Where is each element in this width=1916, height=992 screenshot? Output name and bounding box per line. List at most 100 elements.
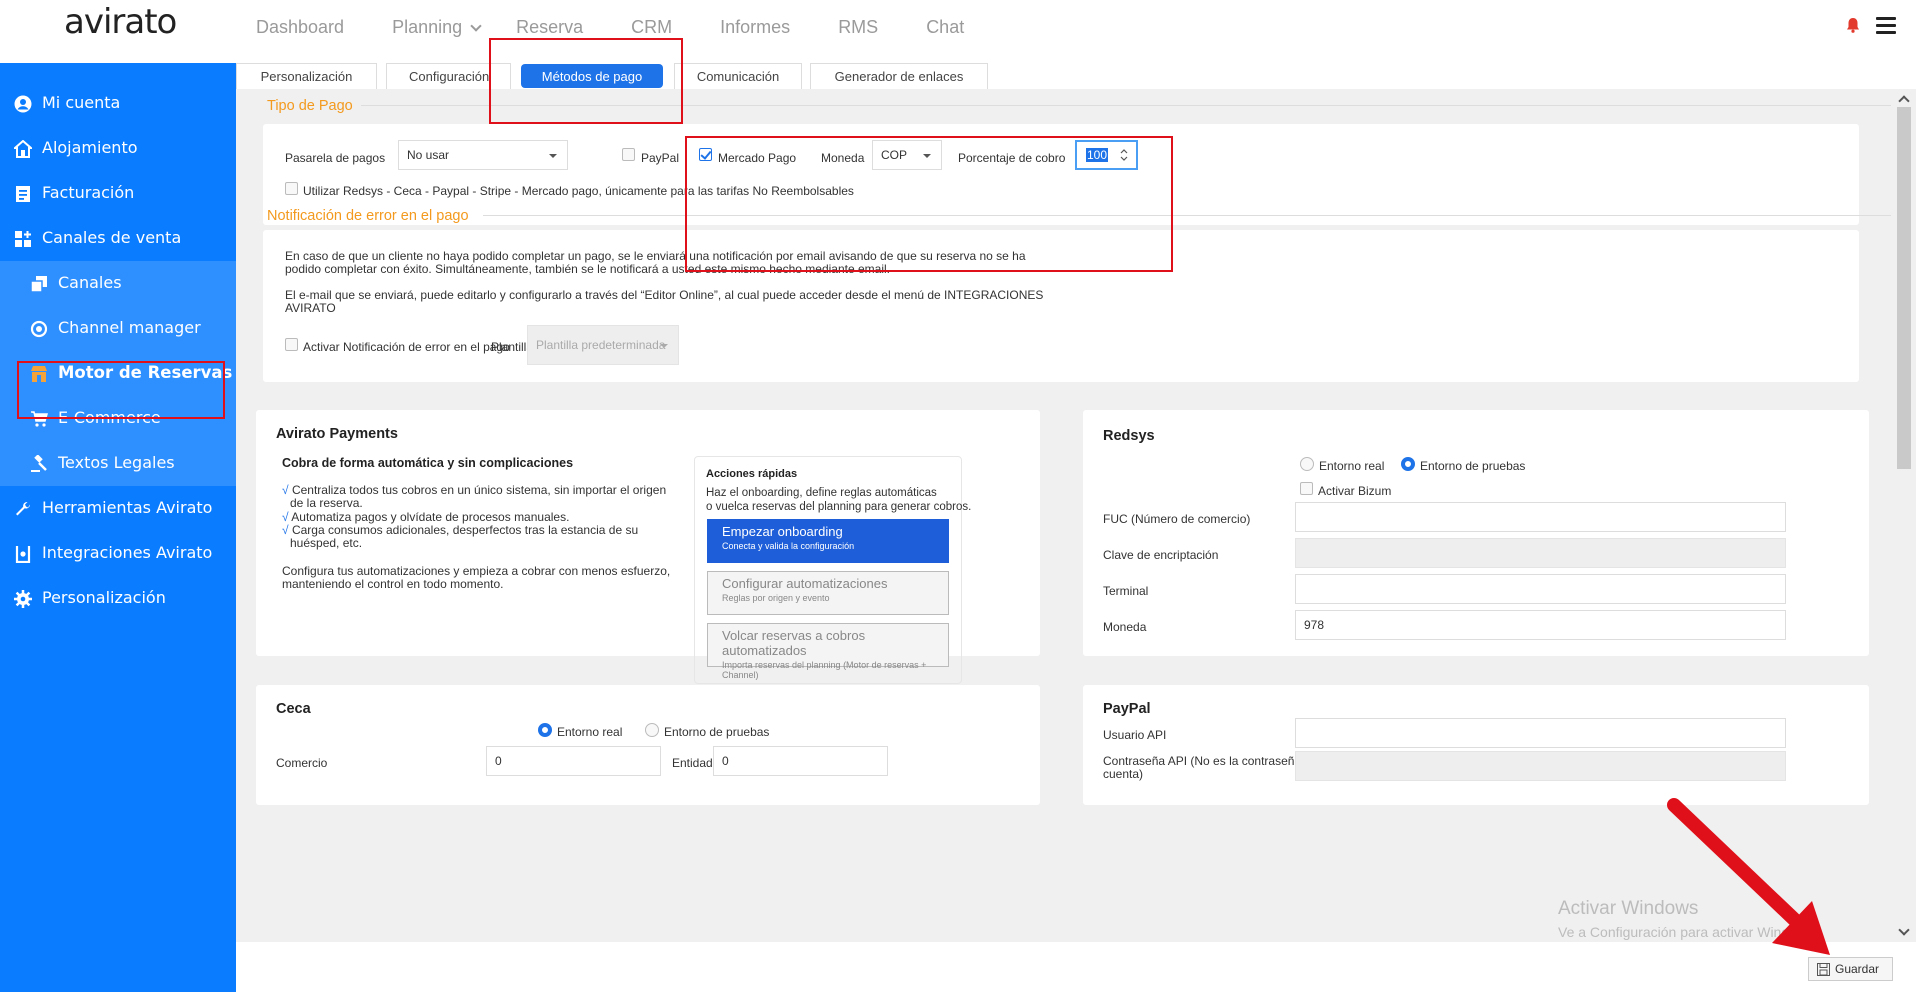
pasarela-select[interactable]: No usar	[398, 140, 568, 170]
nav-crm[interactable]: CRM	[631, 17, 672, 38]
password-api-input[interactable]	[1295, 751, 1786, 781]
section-title-notificacion: Notificación de error en el pago	[267, 208, 469, 224]
sidebar: Mi cuenta Alojamiento Facturación Canale…	[0, 63, 236, 992]
annotation-box	[17, 361, 225, 419]
ceca-card: Ceca Entorno real Entorno de pruebas Com…	[256, 685, 1040, 805]
button-title: Volcar reservas a cobros automatizados	[722, 628, 866, 658]
sidebar-item-textos-legales[interactable]: Textos Legales	[0, 441, 236, 486]
nav-reserva[interactable]: Reserva	[516, 17, 583, 38]
sidebar-item-integraciones-avirato[interactable]: Integraciones Avirato	[0, 531, 236, 576]
terminal-label: Terminal	[1103, 584, 1149, 598]
hamburger-menu-icon[interactable]	[1876, 17, 1896, 34]
scroll-up-icon[interactable]	[1898, 95, 1910, 107]
scrollbar[interactable]	[1892, 89, 1916, 942]
comercio-input[interactable]: 0	[486, 746, 661, 776]
paypal-card: PayPal Usuario API Contraseña API (No es…	[1083, 685, 1869, 805]
button-subtitle: Conecta y valida la configuración	[722, 541, 855, 551]
top-nav: Dashboard Planning Reserva CRM Informes …	[256, 17, 1012, 38]
tab-generador-de-enlaces[interactable]: Generador de enlaces	[810, 63, 988, 89]
configure-automations-button[interactable]: Configurar automatizaciones Reglas por o…	[707, 571, 949, 615]
top-bar: avirato Dashboard Planning Reserva CRM I…	[0, 0, 1916, 63]
nav-chat[interactable]: Chat	[926, 17, 964, 38]
entidad-value: 0	[722, 754, 729, 768]
quick-actions-desc: Haz el onboarding, define reglas automát…	[706, 487, 937, 499]
nav-label: Chat	[926, 17, 965, 37]
nav-rms[interactable]: RMS	[838, 17, 878, 38]
plantilla-select[interactable]: Plantilla predeterminada	[527, 325, 679, 365]
clave-label: Clave de encriptación	[1103, 548, 1219, 562]
entidad-input[interactable]: 0	[713, 746, 888, 776]
bell-icon[interactable]	[1846, 17, 1860, 33]
sidebar-item-label: Personalización	[42, 588, 166, 607]
card-title: Avirato Payments	[276, 426, 398, 442]
activar-bizum-checkbox[interactable]	[1300, 482, 1313, 495]
section-title-tipo-de-pago: Tipo de Pago	[267, 98, 353, 114]
sidebar-item-label: Integraciones Avirato	[42, 543, 213, 562]
fuc-input[interactable]	[1295, 502, 1786, 532]
bizum-label: Activar Bizum	[1318, 484, 1392, 498]
tab-personalizacion[interactable]: Personalización	[236, 63, 377, 89]
comercio-value: 0	[495, 754, 502, 768]
sidebar-item-facturacion[interactable]: Facturación	[0, 171, 236, 216]
redsys-entorno-pruebas-radio[interactable]	[1401, 457, 1415, 471]
benefit-text: Centraliza todos tus cobros en un único …	[291, 483, 667, 497]
sidebar-item-mi-cuenta[interactable]: Mi cuenta	[0, 81, 236, 126]
nav-label: CRM	[631, 17, 673, 37]
usuario-api-input[interactable]	[1295, 718, 1786, 748]
benefit-text: huésped, etc.	[290, 536, 363, 550]
card-subtitle: Cobra de forma automática y sin complica…	[282, 456, 574, 470]
benefit-text: de la reserva.	[290, 496, 363, 510]
tab-label: Comunicación	[696, 69, 780, 84]
sidebar-item-canales[interactable]: Canales	[0, 261, 236, 306]
redsys-moneda-label: Moneda	[1103, 620, 1147, 634]
nav-informes[interactable]: Informes	[720, 17, 790, 38]
stack-icon	[30, 276, 47, 293]
redsys-moneda-input[interactable]: 978	[1295, 610, 1786, 640]
notificacion-text: El e-mail que se enviará, puede editarlo…	[285, 288, 1044, 302]
house-icon	[14, 140, 32, 158]
ceca-entorno-pruebas-radio[interactable]	[645, 723, 659, 737]
chevron-down-icon	[549, 154, 557, 158]
benefit-text: Carga consumos adicionales, desperfectos…	[291, 523, 639, 537]
cycle-icon	[30, 320, 48, 338]
radio-label: Entorno de pruebas	[664, 725, 770, 739]
check-icon: √	[282, 523, 289, 537]
nav-dashboard[interactable]: Dashboard	[256, 17, 344, 38]
ceca-entorno-real-radio[interactable]	[538, 723, 552, 737]
app-logo[interactable]: avirato	[64, 2, 177, 42]
sidebar-item-label: Textos Legales	[58, 453, 175, 472]
sidebar-item-alojamiento[interactable]: Alojamiento	[0, 126, 236, 171]
nav-label: Reserva	[516, 17, 584, 37]
paypal-label: PayPal	[641, 151, 680, 165]
benefit-text: Automatiza pagos y olvídate de procesos …	[291, 510, 570, 524]
button-subtitle: Importa reservas del planning (Motor de …	[722, 660, 927, 680]
redsys-entorno-real-radio[interactable]	[1300, 457, 1314, 471]
nav-label: RMS	[838, 17, 879, 37]
sidebar-item-channel-manager[interactable]: Channel manager	[0, 306, 236, 351]
terminal-input[interactable]	[1295, 574, 1786, 604]
outro-text: Configura tus automatizaciones y empieza…	[282, 564, 671, 578]
tab-label: Generador de enlaces	[834, 69, 964, 84]
sidebar-item-personalizacion[interactable]: Personalización	[0, 576, 236, 621]
activar-notificacion-checkbox[interactable]	[285, 338, 298, 351]
clave-input[interactable]	[1295, 538, 1786, 568]
sidebar-item-herramientas-avirato[interactable]: Herramientas Avirato	[0, 486, 236, 531]
card-title: PayPal	[1103, 701, 1151, 717]
paypal-checkbox[interactable]	[622, 148, 635, 161]
annotation-box	[685, 136, 1173, 272]
entidad-label: Entidad	[672, 756, 713, 770]
start-onboarding-button[interactable]: Empezar onboarding Conecta y valida la c…	[707, 519, 949, 563]
sidebar-item-canales-de-venta[interactable]: Canales de venta	[0, 216, 236, 261]
tab-comunicacion[interactable]: Comunicación	[674, 63, 802, 89]
dump-reservations-button[interactable]: Volcar reservas a cobros automatizados I…	[707, 623, 949, 680]
activar-notificacion-label: Activar Notificación de error en el pago	[303, 340, 510, 354]
nav-planning[interactable]: Planning	[392, 17, 482, 38]
no-reembolsables-checkbox[interactable]	[285, 182, 298, 195]
annotation-box	[489, 38, 683, 124]
gear-icon	[14, 590, 32, 608]
scrollbar-thumb[interactable]	[1897, 107, 1911, 469]
scroll-down-icon[interactable]	[1898, 924, 1910, 936]
sidebar-item-label: Canales de venta	[42, 228, 182, 247]
tab-label: Configuración	[409, 69, 490, 84]
redsys-card: Redsys Entorno real Entorno de pruebas A…	[1083, 410, 1869, 656]
